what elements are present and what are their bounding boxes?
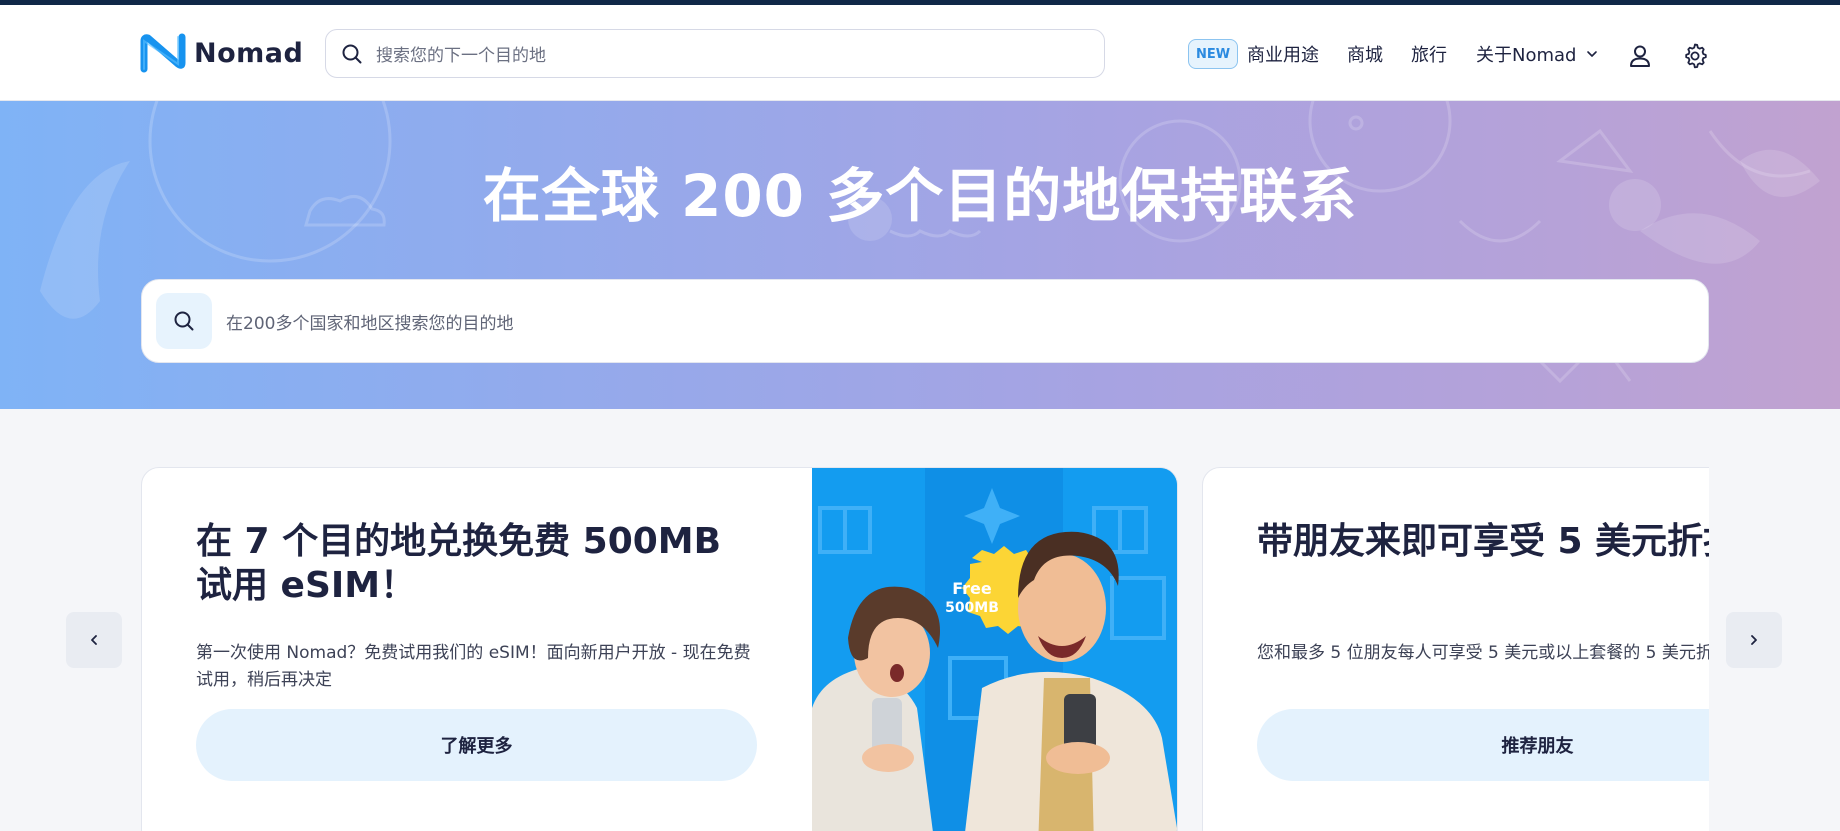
destination-search-placeholder: 在200多个国家和地区搜索您的目的地	[226, 313, 514, 334]
new-badge: NEW	[1188, 39, 1238, 69]
badge-line1: Free	[952, 579, 992, 598]
chevron-right-icon	[1751, 635, 1757, 645]
hero-banner: 在全球 200 多个目的地保持联系 在200多个国家和地区搜索您的目的地	[0, 101, 1840, 409]
carousel-prev-button[interactable]	[66, 612, 122, 668]
nomad-logo[interactable]: Nomad	[140, 33, 303, 73]
promo-carousel: 在 7 个目的地兑换免费 500MB 试用 eSIM！ 第一次使用 Nomad？…	[141, 467, 1709, 831]
gear-icon[interactable]	[1682, 43, 1708, 69]
promo-image: Free 500MB	[812, 468, 1177, 831]
hero-title: 在全球 200 多个目的地保持联系	[482, 162, 1358, 230]
nav-shop[interactable]: 商城	[1347, 39, 1383, 69]
promo-card-title: 带朋友来即可享受 5 美元折扣	[1257, 521, 1709, 562]
logo-text: Nomad	[194, 37, 304, 69]
nav-about-dropdown[interactable]: 关于Nomad	[1476, 39, 1598, 69]
promo-illustration: Free 500MB	[812, 468, 1177, 831]
user-icon[interactable]	[1627, 43, 1653, 69]
site-header: Nomad 搜索您的下一个目的地 NEW 商业用途 商城 旅行 关于Nomad	[0, 5, 1840, 101]
badge-line2: 500MB	[945, 600, 999, 616]
promo-card-free-esim: 在 7 个目的地兑换免费 500MB 试用 eSIM！ 第一次使用 Nomad？…	[141, 467, 1178, 831]
chevron-left-icon	[91, 635, 97, 645]
learn-more-button[interactable]: 了解更多	[196, 709, 757, 781]
promo-card-title: 在 7 个目的地兑换免费 500MB 试用 eSIM！	[196, 521, 722, 606]
destination-search-input[interactable]: 在200多个国家和地区搜索您的目的地	[141, 279, 1709, 363]
search-button[interactable]	[156, 293, 212, 349]
refer-friend-button[interactable]: 推荐朋友	[1257, 709, 1709, 781]
promo-card-description: 您和最多 5 位朋友每人可享受 5 美元或以上套餐的 5 美元折扣。每次成功推荐…	[1257, 643, 1709, 663]
nav-business[interactable]: 商业用途	[1247, 39, 1319, 69]
promo-card-description: 第一次使用 Nomad？免费试用我们的 eSIM！面向新用户开放 - 现在免费试…	[196, 643, 751, 690]
nav-about-label: 关于Nomad	[1476, 45, 1577, 66]
nomad-logo-icon	[140, 33, 186, 73]
chevron-down-icon	[1587, 51, 1598, 57]
nav-travel[interactable]: 旅行	[1411, 39, 1447, 69]
search-icon	[174, 311, 194, 331]
promo-card-referral: 带朋友来即可享受 5 美元折扣 您和最多 5 位朋友每人可享受 5 美元或以上套…	[1202, 467, 1709, 831]
header-search-input[interactable]: 搜索您的下一个目的地	[325, 29, 1105, 78]
search-icon	[342, 44, 362, 63]
carousel-next-button[interactable]	[1726, 612, 1782, 668]
header-search-placeholder: 搜索您的下一个目的地	[376, 46, 546, 66]
